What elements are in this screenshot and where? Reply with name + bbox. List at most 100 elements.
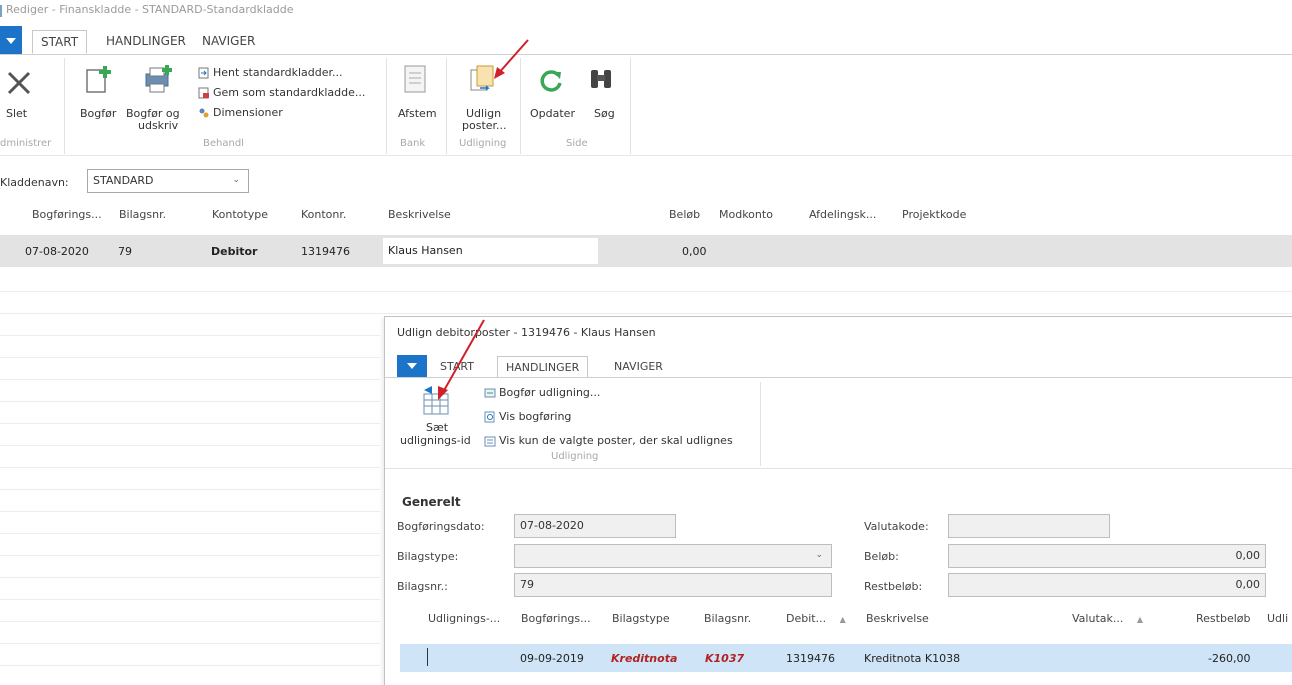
remaining-amount-field[interactable]: 0,00 bbox=[948, 573, 1266, 597]
row-document-no[interactable]: 79 bbox=[118, 245, 132, 258]
delete-button[interactable]: Slet bbox=[2, 68, 38, 126]
tab-start[interactable]: START bbox=[32, 30, 88, 54]
col-balancing-account[interactable]: Modkonto bbox=[719, 208, 773, 221]
dimensions-label: Dimensioner bbox=[213, 106, 283, 119]
col-document-no[interactable]: Bilagsnr. bbox=[119, 208, 166, 221]
row-account-no[interactable]: 1319476 bbox=[301, 245, 350, 258]
empty-rows-left bbox=[0, 270, 380, 685]
document-no-field[interactable]: 79 bbox=[514, 573, 832, 597]
row-amount[interactable]: 0,00 bbox=[682, 245, 707, 258]
col-description[interactable]: Beskrivelse bbox=[388, 208, 451, 221]
filter-list-icon bbox=[484, 436, 496, 446]
entry-remaining-amount[interactable]: -260,00 bbox=[1208, 652, 1250, 665]
journal-name-label: Kladdenavn: bbox=[0, 176, 69, 189]
get-standard-journals-button[interactable]: Hent standardkladder... bbox=[198, 66, 343, 79]
entry-customer-no[interactable]: 1319476 bbox=[786, 652, 835, 665]
col-posting-date[interactable]: Bogførings... bbox=[32, 208, 102, 221]
set-id-label-2: udlignings-id bbox=[400, 434, 471, 447]
preview-posting-label: Vis bogføring bbox=[499, 410, 572, 423]
row-posting-date[interactable]: 07-08-2020 bbox=[25, 245, 89, 258]
reconcile-button[interactable]: Afstem bbox=[394, 64, 437, 126]
print-icon bbox=[145, 65, 172, 93]
dialog-tab-actions[interactable]: HANDLINGER bbox=[497, 356, 589, 378]
chevron-down-icon: ⌄ bbox=[815, 550, 823, 560]
sort-ascending-icon: ▲ bbox=[839, 615, 846, 624]
dialog-file-menu-button[interactable] bbox=[397, 355, 427, 377]
save-standard-journal-button[interactable]: Gem som standardkladde... bbox=[198, 86, 365, 99]
post-label: Bogfør bbox=[80, 107, 117, 120]
post-and-print-button[interactable]: Bogfør og udskriv bbox=[124, 64, 188, 134]
preview-posting-button[interactable]: Vis bogføring bbox=[484, 410, 571, 423]
document-type-select[interactable]: ⌄ bbox=[514, 544, 832, 568]
find-label: Søg bbox=[594, 107, 615, 120]
entry-description[interactable]: Kreditnota K1038 bbox=[864, 652, 960, 665]
apply-entries-label-2: poster... bbox=[462, 119, 507, 132]
posting-date-label: Bogføringsdato: bbox=[397, 520, 485, 533]
grid-col-currency-code[interactable]: Valutak... ▲ bbox=[1072, 612, 1143, 625]
show-only-selected-button[interactable]: Vis kun de valgte poster, der skal udlig… bbox=[484, 434, 733, 447]
group-label-application: Udligning bbox=[459, 138, 507, 149]
post-application-label: Bogfør udligning... bbox=[499, 386, 601, 399]
grid-col-applies-to-id[interactable]: Udlignings-... bbox=[428, 612, 500, 625]
group-label-process: Behandl bbox=[203, 138, 244, 149]
grid-col-applied[interactable]: Udli bbox=[1267, 612, 1288, 625]
entry-document-type[interactable]: Kreditnota bbox=[611, 652, 677, 665]
save-document-icon bbox=[198, 87, 209, 98]
remaining-amount-label: Restbeløb: bbox=[864, 580, 923, 593]
sort-ascending-icon: ▲ bbox=[1136, 615, 1144, 624]
group-label-page: Side bbox=[566, 138, 588, 149]
grid-col-customer-no[interactable]: Debit... ▲ bbox=[786, 612, 846, 625]
dimensions-icon bbox=[199, 108, 209, 117]
grid-col-document-type[interactable]: Bilagstype bbox=[612, 612, 670, 625]
preview-magnifier-icon bbox=[484, 411, 495, 422]
posting-date-field[interactable]: 07-08-2020 bbox=[514, 514, 676, 538]
dialog-group-label-application: Udligning bbox=[551, 451, 599, 462]
col-project-code[interactable]: Projektkode bbox=[902, 208, 966, 221]
col-account-no[interactable]: Kontonr. bbox=[301, 208, 346, 221]
grid-col-remaining-amount[interactable]: Restbeløb bbox=[1196, 612, 1250, 625]
reconcile-label: Afstem bbox=[398, 107, 437, 120]
currency-code-field[interactable] bbox=[948, 514, 1110, 538]
currency-code-label: Valutakode: bbox=[864, 520, 929, 533]
grid-col-posting-date[interactable]: Bogførings... bbox=[521, 612, 591, 625]
tab-actions[interactable]: HANDLINGER bbox=[98, 30, 194, 54]
document-arrow-icon bbox=[198, 67, 209, 78]
grid-col-description[interactable]: Beskrivelse bbox=[866, 612, 929, 625]
grid-col-document-no[interactable]: Bilagsnr. bbox=[704, 612, 751, 625]
journal-name-value: STANDARD bbox=[93, 174, 154, 187]
entry-posting-date[interactable]: 09-09-2019 bbox=[520, 652, 584, 665]
dialog-tab-navigate[interactable]: NAVIGER bbox=[606, 356, 671, 378]
window-title: Rediger - Finanskladde - STANDARD-Standa… bbox=[0, 3, 294, 17]
reconcile-icon bbox=[404, 65, 426, 93]
post-application-button[interactable]: Bogfør udligning... bbox=[484, 386, 600, 399]
binoculars-icon bbox=[591, 70, 611, 88]
find-button[interactable]: Søg bbox=[584, 64, 620, 126]
post-icon bbox=[86, 66, 111, 93]
row-description-input[interactable]: Klaus Hansen bbox=[383, 238, 598, 264]
refresh-icon bbox=[540, 70, 562, 92]
col-amount[interactable]: Beløb bbox=[669, 208, 700, 221]
group-label-manage: dministrer bbox=[0, 138, 52, 149]
text-cursor bbox=[427, 648, 428, 666]
entry-document-no[interactable]: K1037 bbox=[705, 652, 744, 665]
get-standard-journals-label: Hent standardkladder... bbox=[213, 66, 343, 79]
journal-name-select[interactable]: STANDARD ⌄ bbox=[87, 169, 249, 193]
annotation-arrow-2-icon bbox=[438, 319, 485, 400]
document-type-label: Bilagstype: bbox=[397, 550, 459, 563]
col-account-type[interactable]: Kontotype bbox=[212, 208, 268, 221]
grid-col-customer-no-label: Debit... bbox=[786, 612, 827, 625]
tab-navigate[interactable]: NAVIGER bbox=[194, 30, 263, 54]
dimensions-button[interactable]: Dimensioner bbox=[198, 106, 283, 119]
post-and-print-label-2: udskriv bbox=[138, 119, 179, 132]
table-row[interactable] bbox=[0, 235, 1292, 267]
post-button[interactable]: Bogfør bbox=[76, 64, 120, 126]
annotation-arrow-icon bbox=[494, 39, 529, 79]
row-account-type[interactable]: Debitor bbox=[211, 245, 257, 258]
amount-field[interactable]: 0,00 bbox=[948, 544, 1266, 568]
ribbon bbox=[0, 54, 1292, 156]
chevron-down-icon: ⌄ bbox=[232, 175, 240, 185]
col-department-code[interactable]: Afdelingsk... bbox=[809, 208, 876, 221]
file-menu-button[interactable] bbox=[0, 26, 22, 56]
save-standard-journal-label: Gem som standardkladde... bbox=[213, 86, 366, 99]
group-label-bank: Bank bbox=[400, 138, 426, 149]
